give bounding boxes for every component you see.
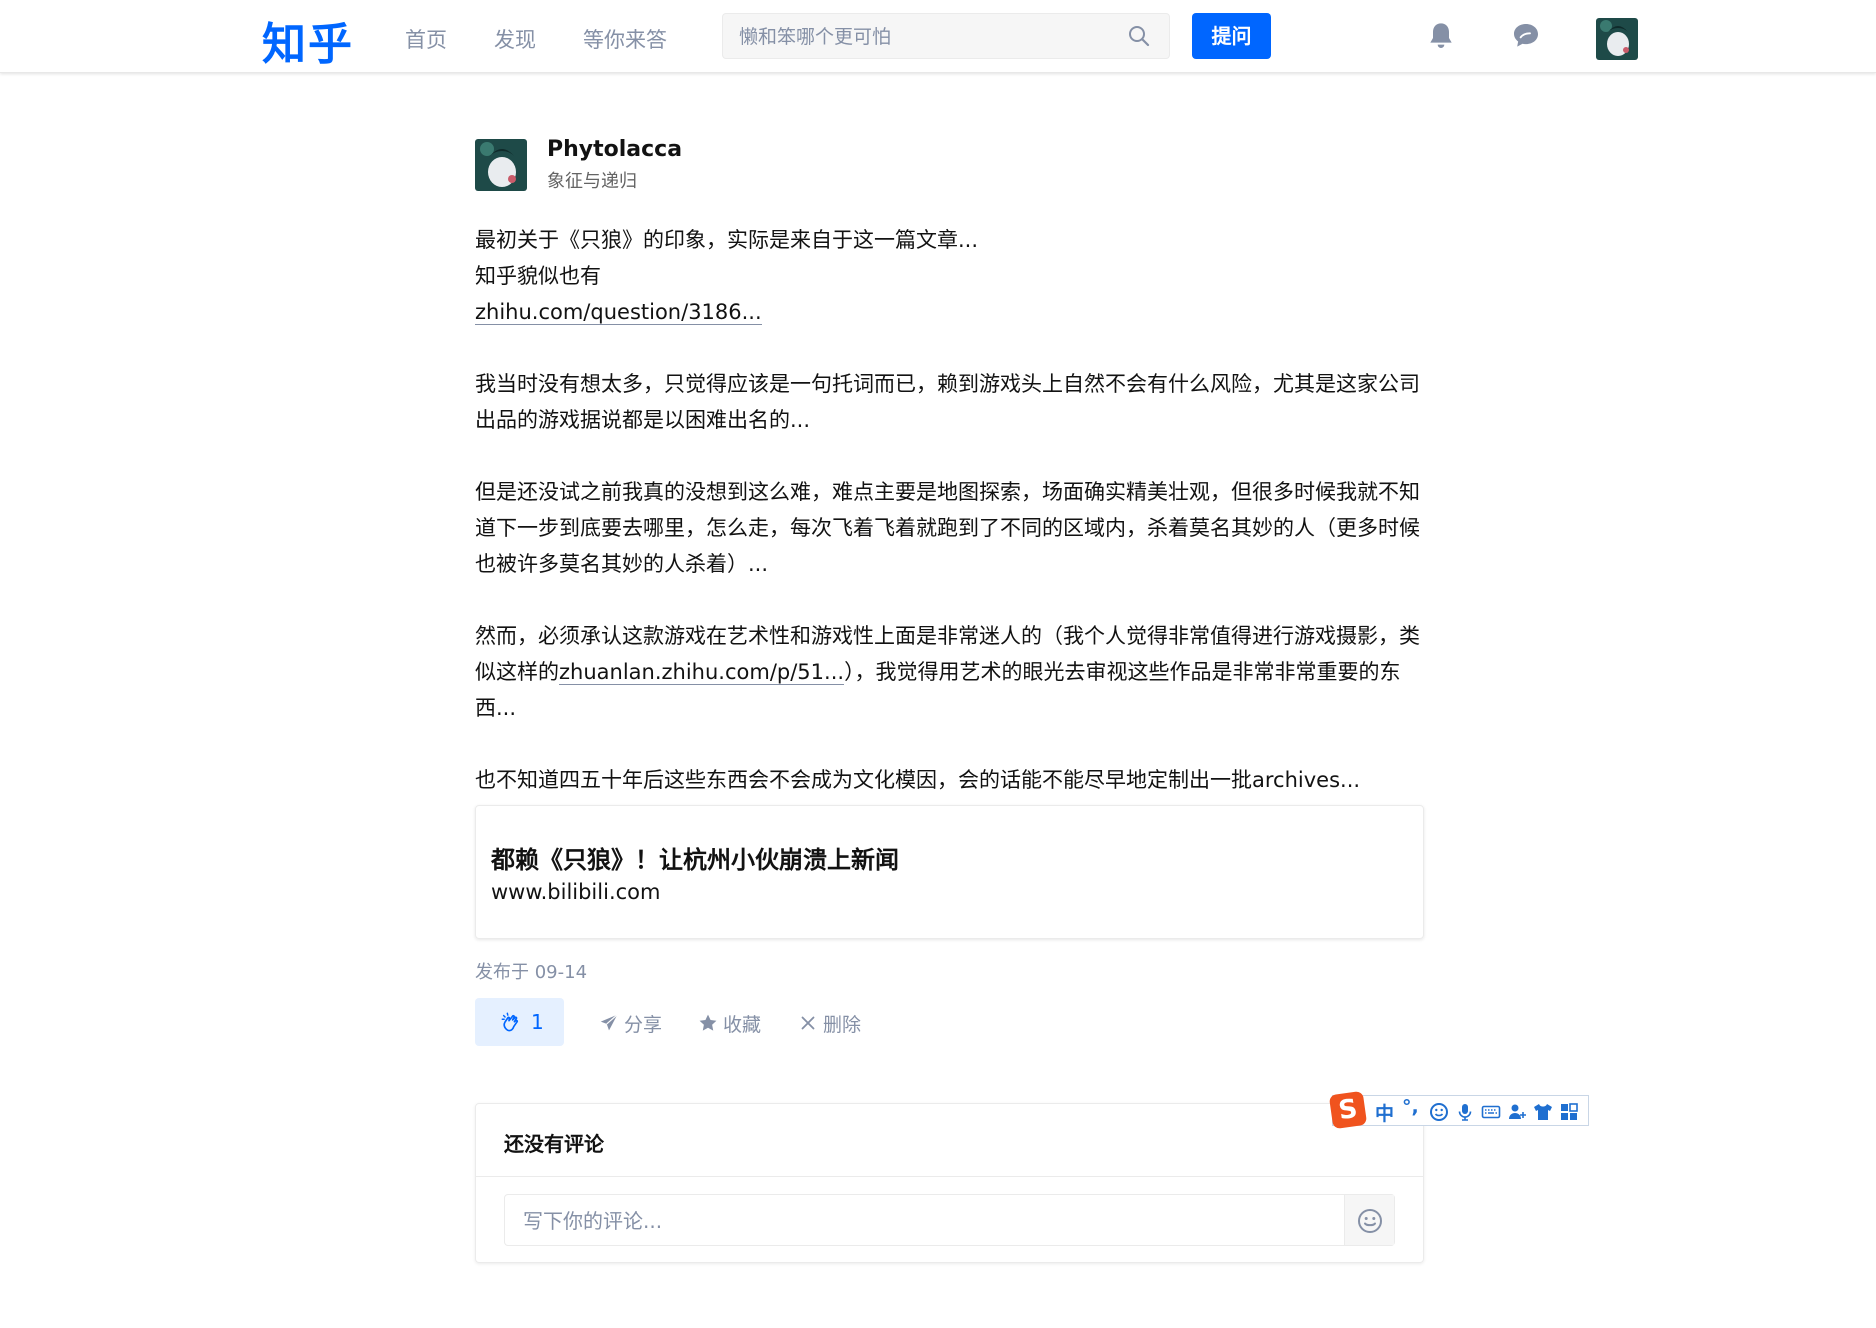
clap-icon [501, 1012, 519, 1032]
link-card[interactable]: 都赖《只狼》！让杭州小伙崩溃上新闻 www.bilibili.com [475, 805, 1424, 939]
paragraph-1-line-1: 最初关于《只狼》的印象，实际是来自于这一篇文章... [475, 228, 979, 252]
ime-mode-toggle[interactable]: 中 [1375, 1099, 1394, 1126]
ime-skin-shirt-icon[interactable] [1533, 1102, 1553, 1122]
ime-emoji-icon[interactable] [1429, 1102, 1449, 1122]
paragraph-5: 也不知道四五十年后这些东西会不会成为文化模因，会的话能不能尽早地定制出一批arc… [475, 768, 1361, 792]
nav-waiting-answers[interactable]: 等你来答 [583, 24, 667, 54]
post-content: 最初关于《只狼》的印象，实际是来自于这一篇文章... 知乎貌似也有 zhihu.… [475, 222, 1435, 798]
paragraph-1-line-2: 知乎貌似也有 [475, 264, 601, 288]
comment-divider [476, 1176, 1423, 1177]
search-input[interactable] [737, 22, 1101, 52]
share-label: 分享 [624, 1014, 663, 1036]
ime-toolbox-icon[interactable] [1559, 1102, 1579, 1122]
top-header: 知乎 首页 发现 等你来答 提问 [0, 0, 1876, 73]
nav-home[interactable]: 首页 [405, 24, 447, 54]
author-name[interactable]: Phytolacca [547, 137, 682, 162]
like-button[interactable]: 1 [475, 998, 564, 1046]
zhuanlan-article-link[interactable]: zhuanlan.zhihu.com/p/51... [559, 660, 845, 685]
emoji-button[interactable] [1344, 1195, 1394, 1245]
close-icon [801, 1016, 815, 1030]
ask-question-button[interactable]: 提问 [1192, 13, 1271, 59]
search-icon[interactable] [1127, 24, 1151, 48]
ime-toolbar[interactable]: S 中 °, [1328, 1090, 1589, 1130]
star-icon [699, 1014, 717, 1031]
paragraph-2: 我当时没有想太多，只觉得应该是一句托词而已，赖到游戏头上自然不会有什么风险，尤其… [475, 372, 1420, 432]
sogou-logo[interactable]: S [1328, 1090, 1368, 1130]
author-avatar[interactable] [475, 139, 527, 191]
zhihu-logo[interactable]: 知乎 [262, 8, 354, 72]
ime-punctuation-toggle[interactable]: °, [1402, 1096, 1419, 1118]
bell-icon[interactable] [1425, 20, 1457, 52]
like-count: 1 [531, 1010, 544, 1034]
comment-input[interactable] [521, 1207, 1305, 1235]
publish-time: 发布于 09-14 [475, 962, 588, 983]
ime-keyboard-icon[interactable] [1481, 1102, 1501, 1122]
no-comments-title: 还没有评论 [504, 1132, 604, 1156]
paragraph-3: 但是还没试之前我真的没想到这么难，难点主要是地图探索，场面确实精美壮观，但很多时… [475, 480, 1420, 576]
zhihu-question-link[interactable]: zhihu.com/question/3186... [475, 300, 762, 325]
favorite-button[interactable]: 收藏 [697, 1010, 767, 1036]
delete-label: 删除 [823, 1014, 862, 1036]
share-button[interactable]: 分享 [598, 1010, 668, 1036]
link-card-title: 都赖《只狼》！让杭州小伙崩溃上新闻 [491, 846, 899, 874]
comment-input-wrapper [504, 1194, 1395, 1246]
user-avatar[interactable] [1596, 18, 1638, 60]
favorite-label: 收藏 [723, 1014, 762, 1036]
paragraph-1-link-line: zhihu.com/question/3186... [475, 294, 1435, 330]
ime-microphone-icon[interactable] [1455, 1102, 1475, 1122]
nav-explore[interactable]: 发现 [494, 24, 536, 54]
emoji-icon [1358, 1209, 1382, 1233]
chat-icon[interactable] [1510, 20, 1542, 52]
paragraph-4: 然而，必须承认这款游戏在艺术性和游戏性上面是非常迷人的（我个人觉得非常值得进行游… [475, 618, 1435, 726]
comment-section: 还没有评论 [475, 1103, 1424, 1263]
search-box [722, 13, 1170, 59]
delete-button[interactable]: 删除 [797, 1010, 867, 1036]
author-bio: 象征与递归 [547, 171, 637, 192]
ime-user-icon[interactable] [1507, 1102, 1527, 1122]
paper-plane-icon [600, 1014, 618, 1031]
link-card-url: www.bilibili.com [491, 880, 661, 904]
